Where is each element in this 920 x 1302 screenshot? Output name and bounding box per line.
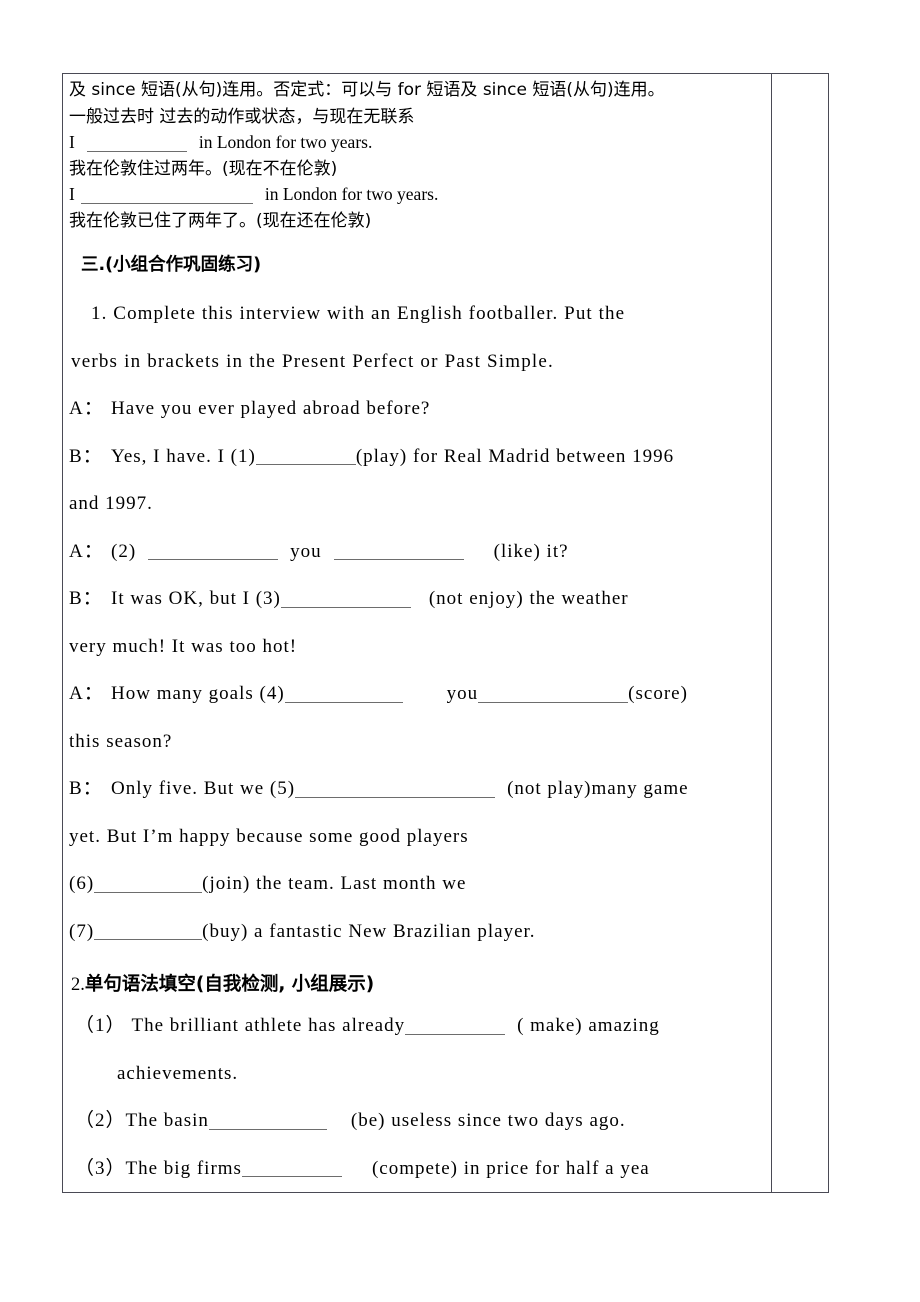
- dialogue-a2-you: you: [290, 540, 322, 562]
- section-two-heading-number: 2.: [71, 975, 85, 995]
- grammar-example-1: Iin London for two years.: [69, 130, 771, 156]
- answer-num-7: (7): [69, 920, 95, 942]
- dialogue-a3-you: you: [446, 683, 479, 704]
- dialogue-line-b3-continuation-1: yet. But I’m happy because some good pla…: [69, 813, 771, 861]
- worksheet-page: 及 since 短语(从句)连用。否定式：可以与 for 短语及 since 短…: [0, 0, 920, 1302]
- section-two-heading: 2.单句语法填空(自我检测, 小组展示): [69, 968, 771, 1002]
- dialogue-line-b2-continuation: very much! It was too hot!: [69, 623, 771, 671]
- grammar-item-1-continuation: achievements.: [69, 1050, 771, 1098]
- dialogue-b2-after: (not enjoy) the weather: [428, 588, 629, 609]
- dialogue-line-b2: B： It was OK, but I (3) (not enjoy) the we…: [69, 575, 771, 623]
- section-three-heading-text: 三.(小组合作巩固练习): [81, 255, 262, 275]
- answer-blank-5[interactable]: [295, 777, 496, 798]
- dialogue-line-a1: A： Have you ever played abroad before?: [69, 385, 771, 433]
- grammar-example-1-translation: 我在伦敦住过两年。(现在不在伦敦): [69, 156, 771, 183]
- grammar-note-line-1: 及 since 短语(从句)连用。否定式：可以与 for 短语及 since 短…: [69, 77, 771, 104]
- grammar-item-3-blank[interactable]: [241, 1156, 342, 1178]
- grammar-item-2-num: （2）: [75, 1110, 126, 1131]
- grammar-example-2: Iin London for two years.: [69, 182, 771, 208]
- grammar-item-1: （1） The brilliant athlete has already ( ma…: [69, 1002, 771, 1050]
- dialogue-b3-continuation-1-text: yet. But I’m happy because some good pla…: [69, 825, 469, 847]
- dialogue-line-b3-continuation-2: (6) (join) the team. Last month we: [69, 860, 771, 908]
- example-1-prefix: I: [69, 132, 75, 152]
- dialogue-a2-num: (2): [111, 540, 137, 562]
- example-1-blank[interactable]: [86, 132, 187, 152]
- grammar-item-1-before: The brilliant athlete has already: [131, 1015, 406, 1036]
- grammar-item-1-after: ( make) amazing: [517, 1015, 660, 1036]
- example-1-suffix: in London for two years.: [198, 132, 373, 152]
- dialogue-line-b3: B： Only five. But we (5) (not play)many ga…: [69, 765, 771, 813]
- answer-blank-4b[interactable]: [478, 682, 629, 703]
- speaker-label-b: B：: [69, 445, 103, 467]
- dialogue-a3-before: How many goals (4): [111, 683, 285, 704]
- grammar-example-2-translation: 我在伦敦已住了两年了。(现在还在伦敦): [69, 208, 771, 235]
- dialogue-a1-text: Have you ever played abroad before?: [111, 398, 431, 419]
- example-2-prefix: I: [69, 184, 75, 204]
- grammar-note-line-2-text: 一般过去时 过去的动作或状态，与现在无联系: [69, 106, 415, 127]
- dialogue-b3-continuation-3-text: (buy) a fantastic New Brazilian player.: [202, 920, 536, 942]
- dialogue-line-a3-continuation: this season?: [69, 718, 771, 766]
- grammar-item-2-blank[interactable]: [208, 1109, 327, 1130]
- main-content-inner: 及 since 短语(从句)连用。否定式：可以与 for 短语及 since 短…: [64, 75, 771, 1192]
- grammar-item-3-num: （3）: [75, 1157, 126, 1179]
- answer-num-6: (6): [69, 873, 95, 894]
- example-2-blank[interactable]: [80, 184, 253, 204]
- answer-blank-2a[interactable]: [148, 539, 279, 561]
- task-1-instruction-line-1-text: 1. Complete this interview with an Engli…: [91, 303, 626, 324]
- dialogue-b2-before: It was OK, but I (3): [111, 588, 281, 609]
- example-2-suffix: in London for two years.: [264, 184, 439, 204]
- dialogue-line-b1: B： Yes, I have. I (1) (play) for Real Madr…: [69, 433, 771, 481]
- grammar-item-3-after: (compete) in price for half a yea: [371, 1157, 650, 1179]
- answer-blank-4a[interactable]: [284, 682, 403, 703]
- grammar-item-2: （2）The basin (be) useless since two days …: [69, 1097, 771, 1145]
- speaker-label-b2: B：: [69, 588, 103, 609]
- answer-blank-3[interactable]: [280, 587, 411, 608]
- answer-blank-6[interactable]: [94, 872, 203, 893]
- example-2-translation-text: 我在伦敦已住了两年了。(现在还在伦敦): [69, 210, 372, 231]
- speaker-label-a2: A：: [69, 540, 104, 562]
- speaker-label-b3: B：: [69, 778, 103, 799]
- dialogue-line-b3-continuation-3: (7) (buy) a fantastic New Brazilian playe…: [69, 908, 771, 956]
- example-1-translation-text: 我在伦敦住过两年。(现在不在伦敦): [69, 158, 338, 179]
- dialogue-b1-after: (play) for Real Madrid between 1996: [355, 445, 675, 467]
- answer-blank-2b[interactable]: [333, 539, 464, 561]
- answer-blank-1[interactable]: [255, 444, 356, 466]
- grammar-item-1-continuation-text: achievements.: [117, 1062, 239, 1084]
- main-content-cell: 及 since 短语(从句)连用。否定式：可以与 for 短语及 since 短…: [62, 73, 772, 1193]
- dialogue-b1-continuation-text: and 1997.: [69, 493, 153, 514]
- grammar-item-1-num: （1）: [75, 1015, 126, 1036]
- speaker-label-a3: A：: [69, 683, 104, 704]
- table-row: 及 since 短语(从句)连用。否定式：可以与 for 短语及 since 短…: [62, 73, 829, 1193]
- speaker-label-a: A：: [69, 398, 104, 419]
- task-1-instruction-line-1: 1. Complete this interview with an Engli…: [69, 290, 771, 338]
- grammar-item-2-after: (be) useless since two days ago.: [350, 1110, 626, 1131]
- grammar-note-line-2: 一般过去时 过去的动作或状态，与现在无联系: [69, 104, 771, 131]
- side-margin-cell: [771, 73, 829, 1193]
- dialogue-b3-after: (not play)many game: [507, 778, 689, 799]
- dialogue-a3-hint: (score): [628, 683, 688, 704]
- dialogue-line-b1-continuation: and 1997.: [69, 480, 771, 528]
- dialogue-b2-continuation-text: very much! It was too hot!: [69, 635, 298, 657]
- grammar-item-1-blank[interactable]: [405, 1014, 506, 1035]
- dialogue-b3-before: Only five. But we (5): [111, 778, 296, 799]
- task-1-instruction-line-2: verbs in brackets in the Present Perfect…: [69, 338, 771, 386]
- grammar-item-3: （3）The big firms (compete) in price for h…: [69, 1145, 771, 1192]
- dialogue-a2-hint: (like) it?: [493, 540, 569, 562]
- answer-blank-7[interactable]: [94, 919, 203, 941]
- grammar-item-3-before: The big firms: [125, 1157, 242, 1179]
- dialogue-line-a3: A： How many goals (4) you (score): [69, 670, 771, 718]
- dialogue-line-a2: A： (2) you (like) it?: [69, 528, 771, 576]
- dialogue-a3-continuation-text: this season?: [69, 730, 173, 752]
- dialogue-b3-continuation-2-text: (join) the team. Last month we: [202, 873, 467, 894]
- grammar-note-line-1-text: 及 since 短语(从句)连用。否定式：可以与 for 短语及 since 短…: [69, 80, 665, 100]
- dialogue-b1-before: Yes, I have. I (1): [111, 445, 256, 467]
- content-table: 及 since 短语(从句)连用。否定式：可以与 for 短语及 since 短…: [62, 73, 829, 1193]
- section-three-heading: 三.(小组合作巩固练习): [69, 250, 771, 280]
- task-1-instruction-line-2-text: verbs in brackets in the Present Perfect…: [71, 350, 554, 372]
- grammar-item-2-before: The basin: [125, 1110, 209, 1131]
- section-two-heading-text: 单句语法填空(自我检测, 小组展示): [84, 974, 375, 995]
